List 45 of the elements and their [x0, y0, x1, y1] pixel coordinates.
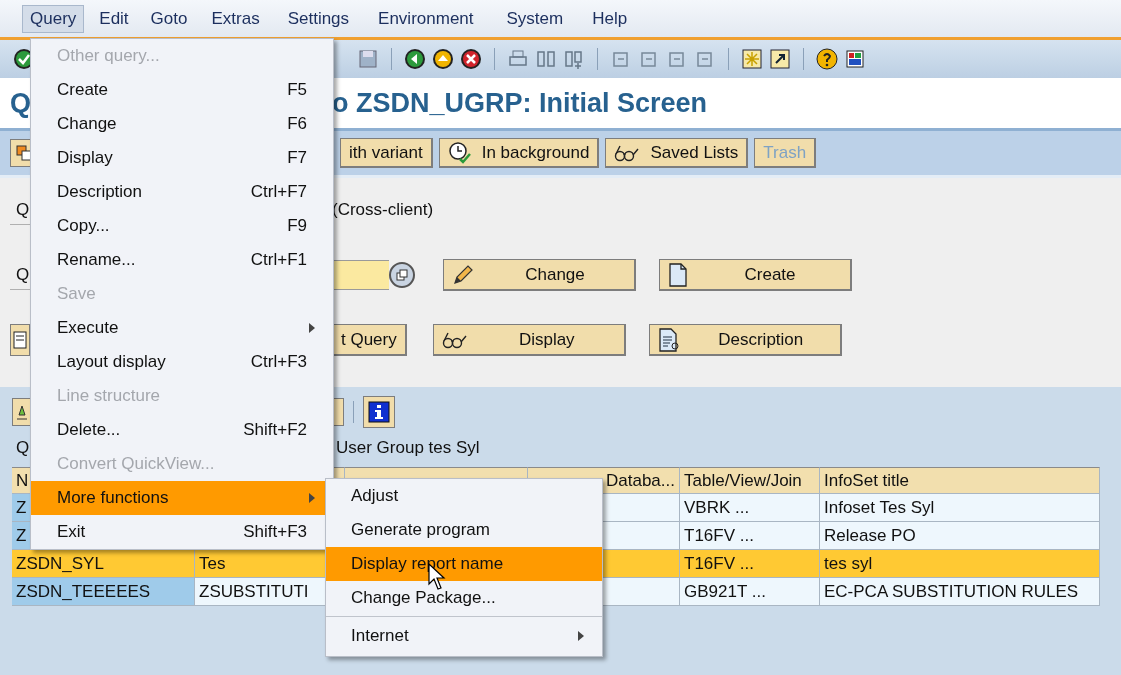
- table-cell: GB921T ...: [680, 578, 820, 606]
- toolbar-button[interactable]: ith variant: [340, 138, 433, 168]
- menu-item[interactable]: Create F5: [31, 73, 333, 107]
- menu-bar-item[interactable]: Edit: [91, 4, 137, 33]
- column-header[interactable]: Table/View/Join: [680, 467, 820, 494]
- menu-bar-item[interactable]: Help: [584, 4, 636, 33]
- table-cell: Infoset Tes Syl: [820, 494, 1100, 522]
- menu-bar-item[interactable]: Extras: [203, 4, 268, 33]
- action-button[interactable]: Display: [432, 324, 626, 356]
- menu-bar-item[interactable]: Goto: [142, 4, 196, 33]
- table-cell: tes syl: [820, 550, 1100, 578]
- table-cell: EC-PCA SUBSTITUTION RULES: [820, 578, 1100, 606]
- screen-title: o ZSDN_UGRP: Initial Screen: [332, 87, 708, 119]
- menu-item[interactable]: Execute: [31, 311, 333, 345]
- toolbar-button[interactable]: In background: [438, 138, 600, 168]
- menu-bar-item[interactable]: System: [498, 4, 572, 33]
- screen-title: Q: [10, 87, 30, 119]
- field-label: (Cross-client): [332, 200, 434, 220]
- toolbar-button[interactable]: Saved Lists: [605, 138, 749, 168]
- table-cell: Release PO: [820, 522, 1100, 550]
- table-cell: ZSDN_SYL: [12, 550, 195, 578]
- menu-item[interactable]: Description Ctrl+F7: [31, 175, 333, 209]
- menu-item[interactable]: Change F6: [31, 107, 333, 141]
- table-cell: ZSDN_TEEEEES: [12, 578, 195, 606]
- menu-item[interactable]: Internet: [326, 619, 602, 653]
- action-button[interactable]: Change: [443, 259, 636, 291]
- list-title: User Group tes Syl: [336, 438, 480, 458]
- menu-bar-item[interactable]: Environment: [370, 4, 482, 33]
- menu-item[interactable]: Display report name: [326, 547, 602, 581]
- menu-item[interactable]: Generate program: [326, 513, 602, 547]
- menu-item[interactable]: Layout display Ctrl+F3: [31, 345, 333, 379]
- action-button[interactable]: Description: [648, 324, 842, 356]
- table-cell: T16FV ...: [680, 522, 820, 550]
- menu-bar-item[interactable]: Settings: [279, 4, 358, 33]
- list-label: Q: [15, 438, 30, 458]
- menu-bar-item[interactable]: Query: [22, 4, 85, 33]
- menu-item[interactable]: Copy... F9: [31, 209, 333, 243]
- action-button[interactable]: t Query: [332, 324, 407, 356]
- menu-item[interactable]: Display F7: [31, 141, 333, 175]
- table-cell: VBRK ...: [680, 494, 820, 522]
- menu-item[interactable]: Delete... Shift+F2: [31, 413, 333, 447]
- table-cell: T16FV ...: [680, 550, 820, 578]
- column-header[interactable]: InfoSet title: [820, 467, 1100, 494]
- action-button[interactable]: Create: [659, 259, 852, 291]
- menu-item[interactable]: Rename... Ctrl+F1: [31, 243, 333, 277]
